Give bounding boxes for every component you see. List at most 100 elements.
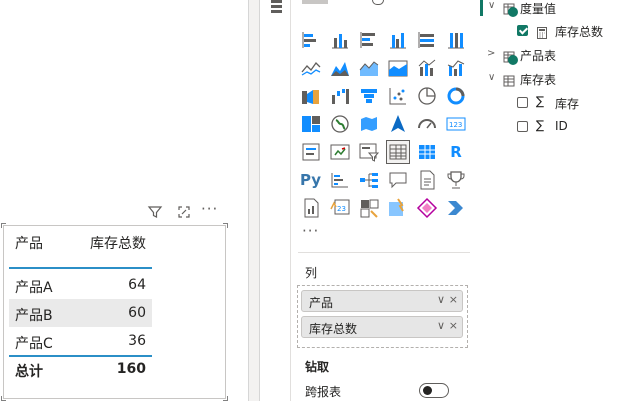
check-badge-icon bbox=[508, 55, 518, 65]
multi-row-card-icon[interactable] bbox=[300, 141, 322, 163]
chevron-right-icon[interactable]: > bbox=[487, 48, 495, 59]
pane-gutter bbox=[249, 0, 259, 401]
resize-handle[interactable] bbox=[1, 223, 6, 228]
field-item-stock[interactable]: 库存 bbox=[555, 95, 579, 112]
slicer-icon[interactable] bbox=[358, 141, 380, 163]
chevron-down-icon[interactable]: ∨ bbox=[488, 72, 495, 83]
build-visual-tab[interactable] bbox=[266, 0, 286, 26]
table-row[interactable]: 产品C 36 bbox=[9, 327, 152, 357]
cell-value: 36 bbox=[128, 333, 146, 349]
table-header-row: 产品 库存总数 bbox=[9, 229, 152, 269]
ribbon-chart-icon[interactable] bbox=[300, 85, 322, 107]
table-visual-icon[interactable] bbox=[386, 140, 410, 164]
python-visual-icon[interactable]: Py bbox=[300, 169, 322, 191]
area-chart-icon[interactable] bbox=[329, 57, 351, 79]
table-total-row: 总计 160 bbox=[9, 357, 152, 383]
field-pill-label: 库存总数 bbox=[309, 322, 358, 336]
cell-product: 产品A bbox=[15, 280, 53, 296]
stacked-area-chart-icon[interactable] bbox=[358, 57, 380, 79]
paginated-report-icon[interactable] bbox=[300, 197, 322, 219]
clustered-column-chart-icon[interactable] bbox=[387, 29, 409, 51]
chevron-down-icon[interactable]: ∨ bbox=[437, 319, 445, 332]
gauge-icon[interactable] bbox=[416, 113, 438, 135]
close-icon[interactable]: × bbox=[449, 293, 458, 306]
r-script-icon[interactable]: R bbox=[445, 141, 467, 163]
chevron-down-icon[interactable]: ∨ bbox=[488, 0, 495, 11]
table-icon bbox=[503, 72, 515, 87]
treemap-icon[interactable] bbox=[300, 113, 322, 135]
waterfall-chart-icon[interactable] bbox=[329, 85, 351, 107]
stacked-column-chart-icon[interactable] bbox=[329, 29, 351, 51]
pie-chart-icon[interactable] bbox=[416, 85, 438, 107]
calculator-icon bbox=[536, 24, 548, 39]
field-item-id[interactable]: ID bbox=[555, 119, 568, 133]
resize-handle[interactable] bbox=[223, 396, 228, 401]
visual-header: ··· bbox=[146, 200, 226, 221]
stacked-bar-chart-icon[interactable] bbox=[300, 29, 322, 51]
svg-text:123: 123 bbox=[449, 121, 462, 129]
field-checkbox[interactable] bbox=[517, 97, 528, 108]
field-pill-product[interactable]: 产品 ∨ × bbox=[301, 290, 463, 312]
close-icon[interactable]: × bbox=[449, 319, 458, 332]
cell-product: 产品B bbox=[15, 308, 53, 324]
100pct-stacked-area-icon[interactable] bbox=[387, 57, 409, 79]
selected-indicator bbox=[480, 0, 483, 16]
columns-section-title: 列 bbox=[305, 266, 318, 280]
resize-handle[interactable] bbox=[1, 396, 6, 401]
table-row[interactable]: 产品A 64 bbox=[9, 271, 152, 299]
more-options-icon[interactable]: ··· bbox=[201, 200, 219, 218]
donut-chart-icon[interactable] bbox=[445, 85, 467, 107]
card-icon[interactable]: 123 bbox=[445, 113, 467, 135]
power-apps-icon[interactable] bbox=[358, 197, 380, 219]
line-and-stacked-column-icon[interactable] bbox=[416, 57, 438, 79]
power-automate-flow-icon[interactable] bbox=[445, 197, 467, 219]
field-pill-stock-total[interactable]: 库存总数 ∨ × bbox=[301, 316, 463, 338]
decomposition-tree-icon[interactable] bbox=[358, 169, 380, 191]
column-header-stock-total[interactable]: 库存总数 bbox=[90, 233, 146, 253]
more-visuals-icon[interactable]: ··· bbox=[302, 222, 319, 240]
sigma-icon: ∑ bbox=[536, 94, 545, 108]
azure-map-icon[interactable] bbox=[387, 113, 409, 135]
total-value: 160 bbox=[116, 361, 146, 377]
map-icon[interactable] bbox=[329, 113, 351, 135]
chevron-down-icon[interactable]: ∨ bbox=[437, 293, 445, 306]
scatter-chart-icon[interactable] bbox=[387, 85, 409, 107]
columns-field-well[interactable]: 产品 ∨ × 库存总数 ∨ × bbox=[297, 285, 468, 348]
cross-report-label: 跨报表 bbox=[305, 385, 342, 399]
table-row[interactable]: 产品B 60 bbox=[9, 299, 152, 327]
field-checkbox[interactable] bbox=[517, 121, 528, 132]
funnel-chart-icon[interactable] bbox=[358, 85, 380, 107]
table-name-products[interactable]: 产品表 bbox=[520, 47, 556, 64]
cell-value: 60 bbox=[128, 305, 146, 321]
build-tab-indicator bbox=[302, 0, 328, 4]
field-checkbox[interactable] bbox=[517, 25, 528, 36]
filled-map-icon[interactable] bbox=[358, 113, 380, 135]
smart-narrative-icon[interactable] bbox=[416, 169, 438, 191]
power-automate-icon[interactable] bbox=[387, 197, 409, 219]
key-influencers-icon[interactable] bbox=[329, 169, 351, 191]
line-and-clustered-column-icon[interactable] bbox=[445, 57, 467, 79]
metrics-card-icon[interactable]: 23 bbox=[329, 197, 351, 219]
table-name-inventory[interactable]: 库存表 bbox=[520, 71, 556, 88]
toggle-knob bbox=[423, 386, 432, 395]
table-name-measures[interactable]: 度量值 bbox=[520, 0, 556, 17]
table-grid: 产品 库存总数 产品A 64 产品B 60 产品C 36 总计 160 bbox=[9, 229, 152, 383]
power-apps-diamond-icon[interactable] bbox=[416, 197, 438, 219]
focus-mode-icon[interactable] bbox=[175, 203, 193, 221]
qna-icon[interactable] bbox=[387, 169, 409, 191]
filter-icon[interactable] bbox=[146, 203, 164, 221]
cross-report-toggle[interactable] bbox=[419, 383, 449, 398]
goals-icon[interactable] bbox=[445, 169, 467, 191]
100pct-column-chart-icon[interactable] bbox=[445, 29, 467, 51]
column-header-product[interactable]: 产品 bbox=[15, 233, 43, 253]
cell-value: 64 bbox=[128, 277, 146, 293]
kpi-icon[interactable] bbox=[329, 141, 351, 163]
resize-handle[interactable] bbox=[223, 223, 228, 228]
field-item-stock-total[interactable]: 库存总数 bbox=[555, 23, 603, 40]
drillthrough-section-title: 钻取 bbox=[305, 360, 330, 374]
matrix-icon[interactable] bbox=[416, 141, 438, 163]
svg-text:23: 23 bbox=[337, 205, 346, 213]
100pct-bar-chart-icon[interactable] bbox=[416, 29, 438, 51]
line-chart-icon[interactable] bbox=[300, 57, 322, 79]
clustered-bar-chart-icon[interactable] bbox=[358, 29, 380, 51]
